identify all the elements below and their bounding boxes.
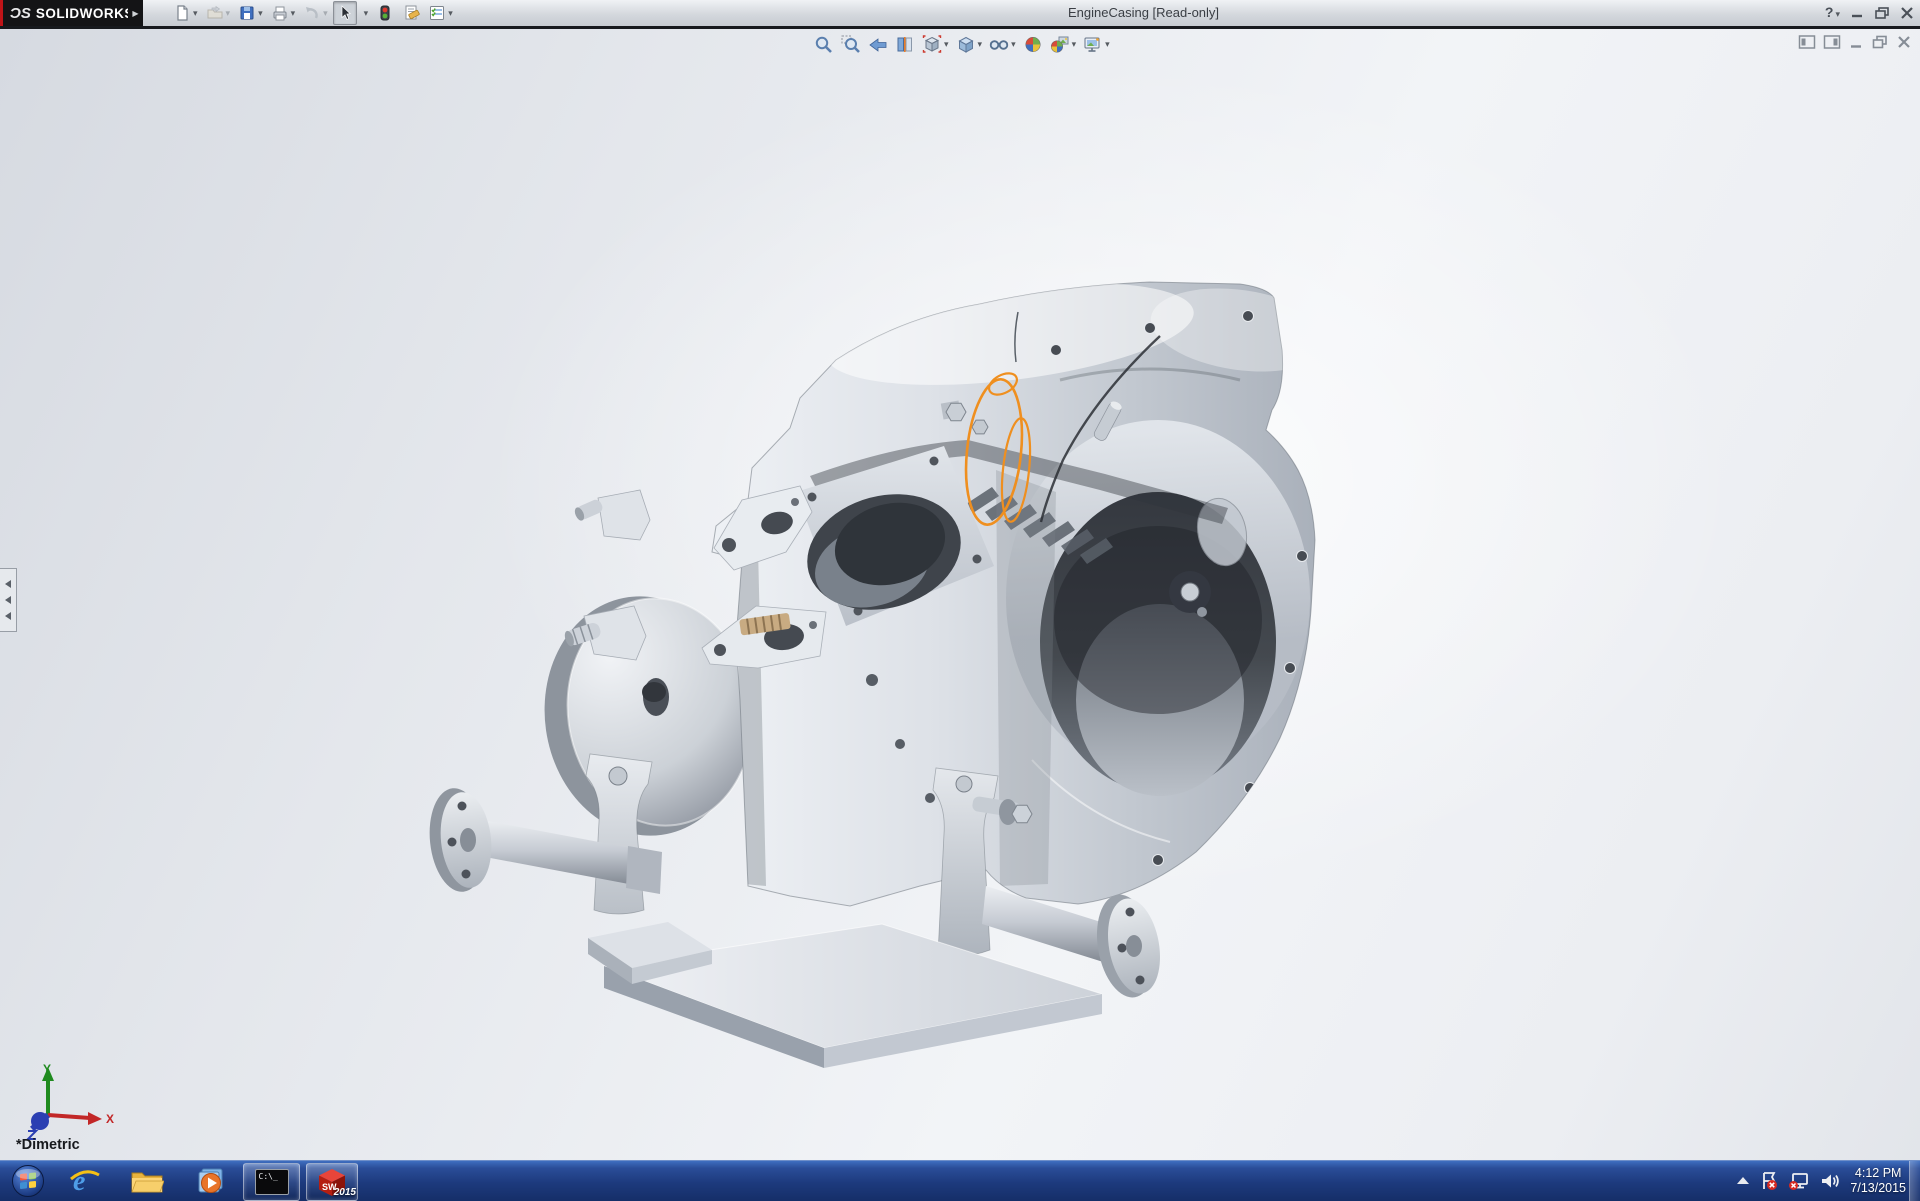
split-pane-left-icon[interactable]: [1798, 34, 1816, 50]
eyeglasses-icon: [989, 35, 1009, 54]
apply-scene-icon: [1050, 35, 1070, 54]
command-prompt-button[interactable]: C:\_: [243, 1163, 300, 1201]
open-document-button[interactable]: ▾: [203, 1, 234, 25]
internet-explorer-icon: e: [69, 1165, 101, 1197]
flywheel-disc[interactable]: [529, 583, 767, 848]
zoom-to-area-icon: [841, 35, 861, 54]
show-desktop-button[interactable]: [1909, 1161, 1920, 1201]
doc-restore-icon[interactable]: [1871, 34, 1889, 50]
mount-lug: [563, 490, 650, 660]
previous-view-button[interactable]: [866, 32, 890, 56]
zoom-to-area-button[interactable]: [839, 32, 863, 56]
zoom-to-fit-button[interactable]: [812, 32, 836, 56]
heads-up-view-toolbar: ▾ ▾ ▾: [812, 32, 1112, 56]
rebuild-button[interactable]: [373, 1, 397, 25]
select-tool-button[interactable]: [333, 1, 357, 25]
select-tool-dropdown[interactable]: ▾: [359, 1, 372, 25]
svg-text:e: e: [73, 1166, 85, 1197]
command-prompt-icon: C:\_: [255, 1169, 289, 1195]
traffic-light-icon: [376, 4, 394, 22]
window-controls: ?▾: [1825, 0, 1914, 26]
menu-expand-arrow[interactable]: ▶: [128, 0, 143, 26]
tray-date: 7/13/2015: [1850, 1181, 1906, 1196]
action-center-icon[interactable]: [1759, 1171, 1779, 1191]
doc-close-icon[interactable]: [1896, 34, 1912, 50]
dassault-3ds-icon: ƆS: [10, 5, 31, 22]
minimize-icon[interactable]: [1850, 7, 1864, 19]
intake-flange[interactable]: [702, 606, 826, 668]
media-player-button[interactable]: [188, 1163, 234, 1199]
view-orientation-icon: [922, 35, 942, 54]
undo-button[interactable]: ▾: [300, 1, 331, 25]
save-button[interactable]: ▾: [235, 1, 266, 25]
appearance-ball-icon: [1023, 35, 1043, 54]
display-style-icon: [956, 35, 976, 54]
select-cursor-icon: [336, 4, 354, 22]
windows-explorer-button[interactable]: [122, 1163, 172, 1199]
display-style-button[interactable]: ▾: [954, 32, 985, 56]
document-window-controls: [1798, 34, 1912, 50]
folder-icon: [130, 1167, 164, 1195]
view-orientation-button[interactable]: ▾: [920, 32, 951, 56]
solidworks-2015-button[interactable]: SW 2015: [306, 1163, 358, 1201]
document-title: EngineCasing [Read-only]: [1068, 5, 1219, 20]
printer-icon: [271, 4, 289, 22]
open-folder-icon: [206, 4, 224, 22]
windows-start-icon: [11, 1164, 45, 1198]
save-floppy-icon: [238, 4, 256, 22]
start-button[interactable]: [6, 1163, 50, 1199]
network-status-icon[interactable]: [1788, 1171, 1810, 1191]
edit-appearance-button[interactable]: [1021, 32, 1045, 56]
view-settings-button[interactable]: ▾: [1081, 32, 1112, 56]
split-pane-right-icon[interactable]: [1823, 34, 1841, 50]
print-button[interactable]: ▾: [268, 1, 299, 25]
file-properties-button[interactable]: [399, 1, 423, 25]
hide-show-items-button[interactable]: ▾: [987, 32, 1018, 56]
collapse-arrow-icon: [5, 596, 11, 604]
brand-name: SOLIDWORKS: [36, 6, 134, 21]
restore-icon[interactable]: [1874, 6, 1890, 20]
view-orientation-label: *Dimetric: [16, 1137, 80, 1153]
apply-scene-button[interactable]: ▾: [1048, 32, 1079, 56]
options-button[interactable]: ▾: [425, 1, 456, 25]
doc-minimize-icon[interactable]: [1848, 34, 1864, 50]
close-icon[interactable]: [1900, 7, 1914, 19]
show-hidden-icons-button[interactable]: [1736, 1176, 1750, 1186]
new-document-icon: [173, 4, 191, 22]
engine-casing-model[interactable]: [0, 29, 1920, 1160]
taskbar: e C:\_ SW 2015: [0, 1160, 1920, 1201]
help-button[interactable]: ?▾: [1825, 4, 1840, 22]
collapse-arrow-icon: [5, 612, 11, 620]
title-bar: ƆS SOLIDWORKS ▶ ▾ ▾ ▾ ▾: [0, 0, 1920, 27]
system-tray: 4:12 PM 7/13/2015: [1736, 1161, 1906, 1201]
triad-x-label: X: [106, 1112, 114, 1126]
triad-y-label: Y: [43, 1062, 51, 1076]
zoom-to-fit-icon: [814, 35, 834, 54]
internet-explorer-button[interactable]: e: [62, 1163, 108, 1199]
section-view-button[interactable]: [893, 32, 917, 56]
featuremanager-collapsed-tab[interactable]: [0, 568, 17, 632]
tray-time: 4:12 PM: [1850, 1166, 1906, 1181]
graphics-area[interactable]: ▾ ▾ ▾: [0, 29, 1920, 1160]
section-view-icon: [895, 35, 915, 54]
previous-view-icon: [868, 35, 888, 54]
media-player-icon: [196, 1166, 226, 1196]
view-settings-icon: [1083, 35, 1103, 54]
volume-icon[interactable]: [1819, 1171, 1841, 1191]
solidworks-logo: ƆS SOLIDWORKS: [0, 0, 128, 26]
main-toolbar: ▾ ▾ ▾ ▾ ▾: [170, 1, 456, 25]
base-plate[interactable]: [588, 922, 1102, 1068]
undo-arrow-icon: [303, 4, 321, 22]
sw-year-badge: 2015: [334, 1187, 356, 1198]
new-document-button[interactable]: ▾: [170, 1, 201, 25]
options-checklist-icon: [428, 4, 446, 22]
file-properties-icon: [402, 4, 420, 22]
tray-clock[interactable]: 4:12 PM 7/13/2015: [1850, 1166, 1906, 1196]
collapse-arrow-icon: [5, 580, 11, 588]
